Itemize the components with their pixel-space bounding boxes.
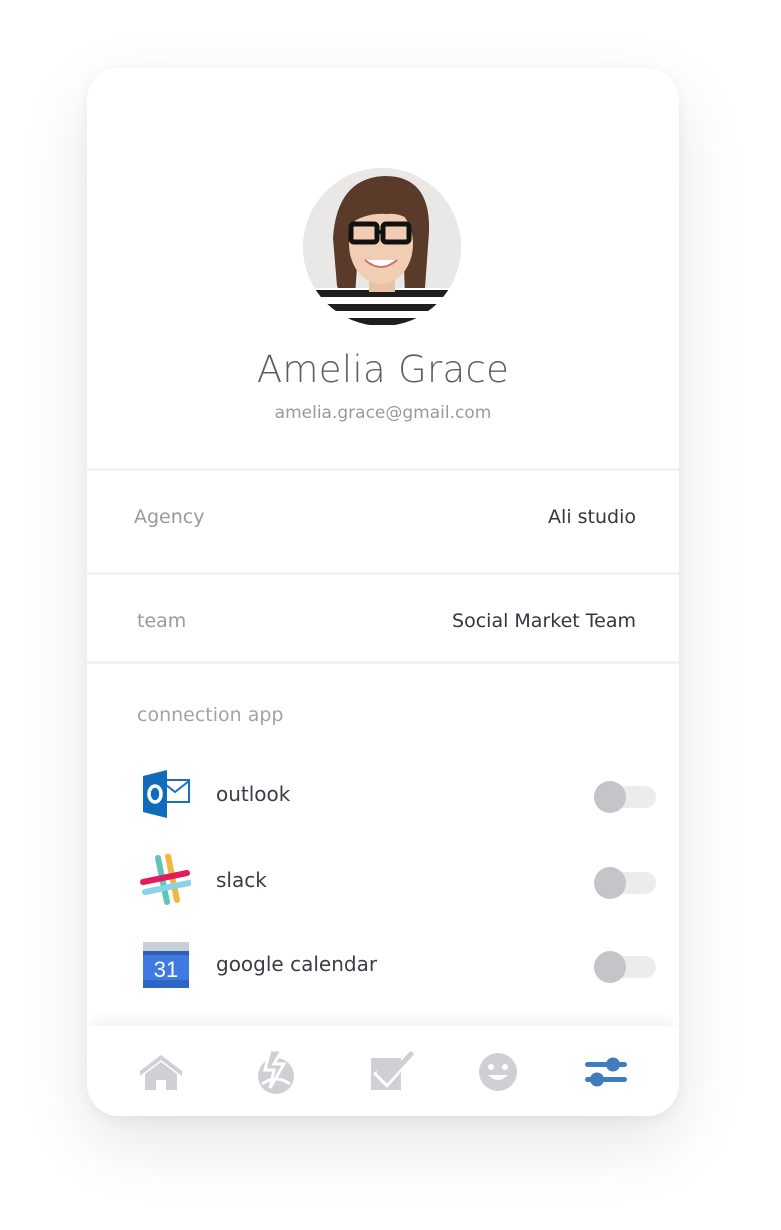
nav-mood[interactable] [470,1048,526,1096]
calendar-day-number: 31 [154,957,178,982]
app-row-outlook: outlook [87,764,679,824]
toggle-knob [594,867,626,899]
nav-settings[interactable] [578,1048,634,1096]
home-icon [140,1055,182,1090]
avatar[interactable] [303,168,461,326]
profile-email: amelia.grace@gmail.com [274,403,492,423]
slack-icon [139,853,192,906]
toggle-knob [594,781,626,813]
app-name-outlook: outlook [216,782,291,806]
agency-label: Agency [134,506,205,528]
divider [87,572,679,575]
nav-tasks[interactable] [363,1048,419,1096]
toggle-knob [594,951,626,983]
team-label: team [137,610,187,632]
settings-sliders-icon [585,1057,627,1087]
activity-icon [258,1048,294,1094]
app-name-google-calendar: google calendar [216,952,378,976]
nav-home[interactable] [133,1048,189,1096]
nav-activity[interactable] [248,1048,304,1096]
connection-app-title: connection app [137,704,284,726]
user-photo [303,168,461,326]
agency-value: Ali studio [548,506,636,528]
team-value: Social Market Team [452,610,636,632]
bottom-nav [87,1026,679,1116]
app-row-google-calendar: 31 google calendar [87,934,679,994]
outlook-toggle[interactable] [594,781,656,813]
divider [87,661,679,664]
google-calendar-toggle[interactable] [594,951,656,983]
slack-toggle[interactable] [594,867,656,899]
smiley-icon [479,1053,517,1091]
app-name-slack: slack [216,868,267,892]
app-row-slack: slack [87,850,679,910]
profile-card: Amelia Grace amelia.grace@gmail.com Agen… [87,68,679,1116]
divider [87,468,679,471]
outlook-icon [139,768,191,820]
google-calendar-icon: 31 [139,938,191,990]
profile-name: Amelia Grace [256,348,510,391]
tasks-check-icon [371,1051,414,1090]
